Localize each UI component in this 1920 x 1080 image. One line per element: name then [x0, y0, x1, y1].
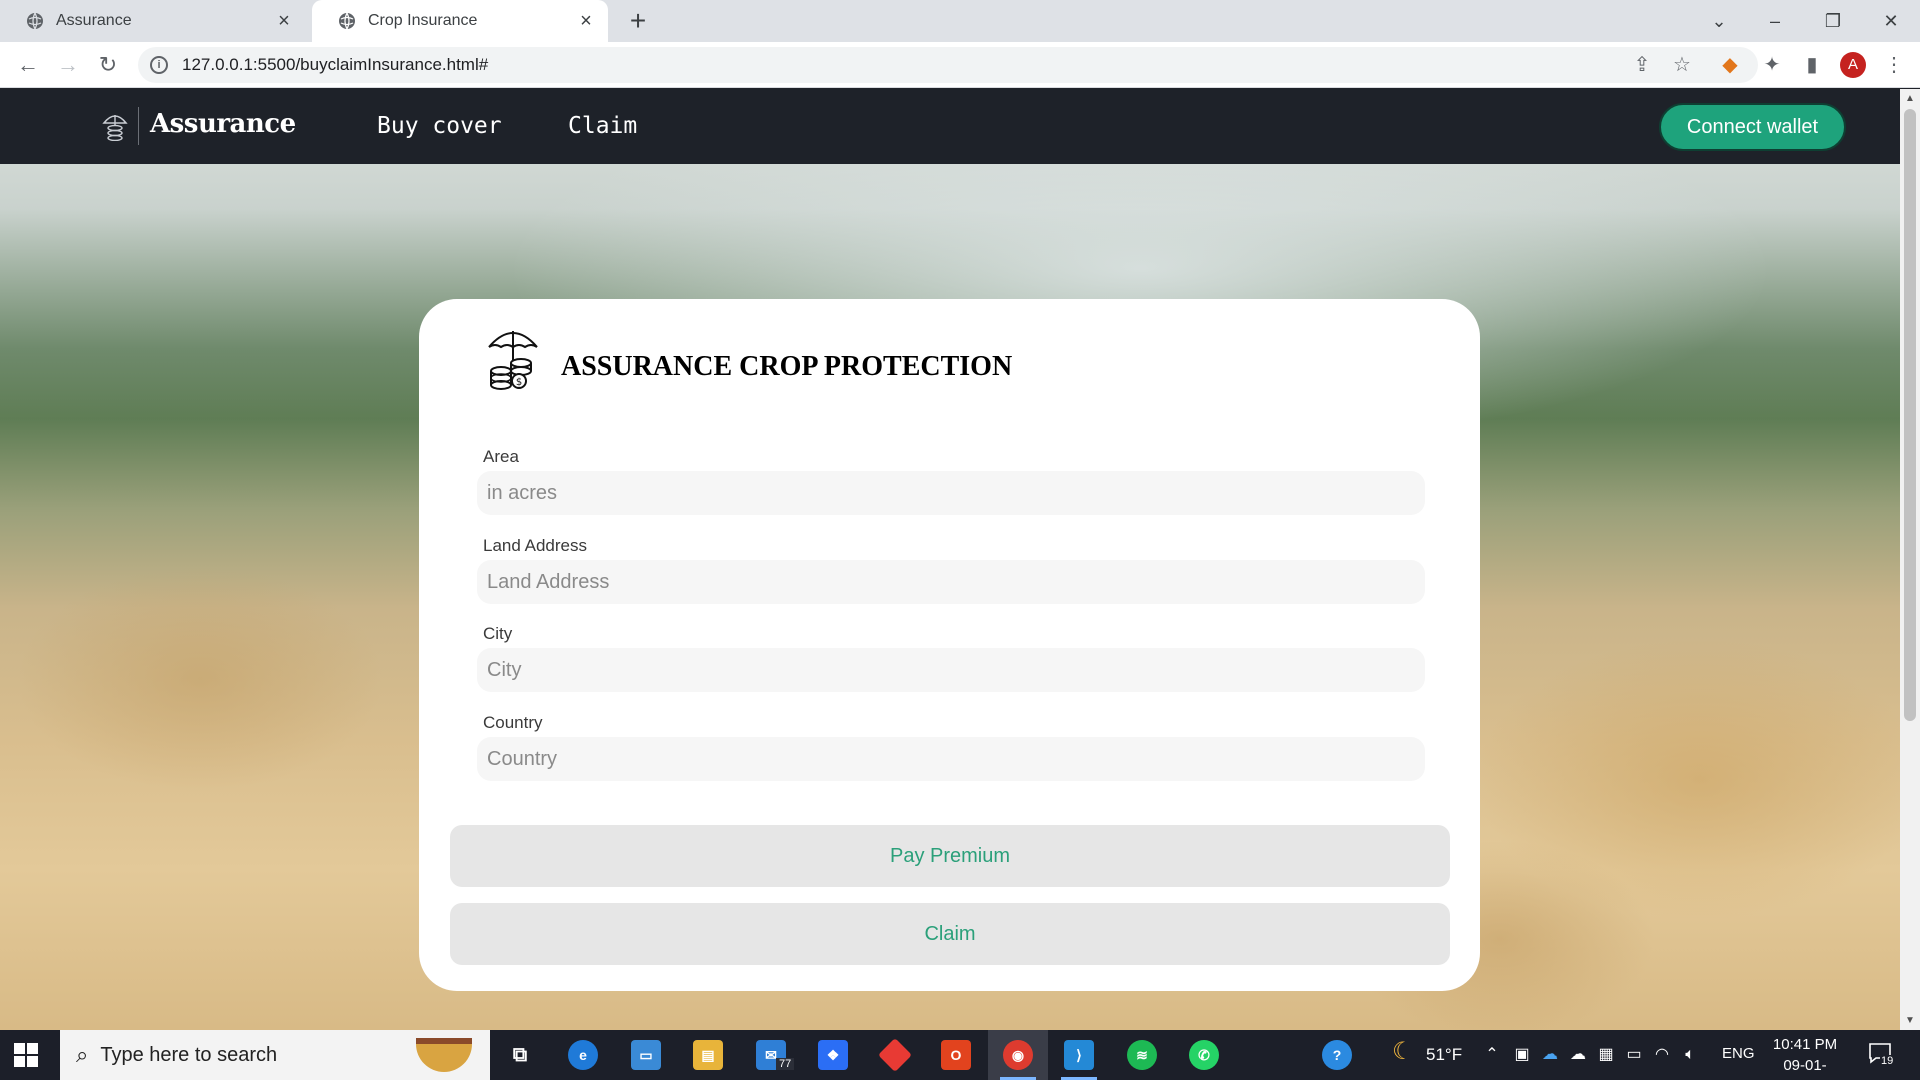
wifi-icon[interactable]: ◠	[1652, 1045, 1672, 1065]
notification-center-icon[interactable]: 19	[1868, 1042, 1896, 1068]
globe-icon	[27, 12, 43, 30]
language-indicator[interactable]: ENG	[1722, 1045, 1755, 1062]
profile-avatar[interactable]: A	[1840, 52, 1866, 78]
land-address-label: Land Address	[483, 536, 587, 555]
meet-now-icon[interactable]: ▣	[1512, 1045, 1532, 1065]
nav-link-buy-cover[interactable]: Buy cover	[377, 113, 502, 139]
volume-icon[interactable]: 🔈︎	[1680, 1045, 1700, 1065]
taskbar-clock[interactable]: 10:41 PM 09-01-2023	[1768, 1034, 1842, 1080]
share-icon[interactable]: ⇪	[1630, 53, 1654, 77]
taskbar-search-box[interactable]: ⌕ Type here to search	[60, 1030, 490, 1080]
weather-temperature[interactable]: 51°F	[1426, 1045, 1462, 1065]
laptop-app-icon[interactable]: ▭	[631, 1040, 661, 1070]
country-label: Country	[483, 713, 543, 732]
office-icon[interactable]: O	[941, 1040, 971, 1070]
umbrella-coins-icon: $	[488, 331, 538, 390]
page-scrollbar[interactable]: ▲ ▼	[1900, 89, 1920, 1030]
taskbar-search-placeholder[interactable]: Type here to search	[100, 1044, 277, 1067]
new-tab-plus-icon[interactable]: +	[624, 7, 652, 36]
edge-browser-icon[interactable]: e	[568, 1040, 598, 1070]
bookmark-star-icon[interactable]: ☆	[1670, 53, 1694, 77]
page-viewport: Assurance Buy cover Claim Connect wallet…	[0, 89, 1900, 1030]
task-view-icon[interactable]: ⧉	[505, 1040, 535, 1070]
search-highlight-bowl-icon	[416, 1038, 472, 1072]
site-info-icon[interactable]: i	[150, 56, 168, 74]
close-icon[interactable]: ×	[576, 11, 596, 31]
close-icon[interactable]: ×	[274, 11, 294, 31]
notification-count: 19	[1880, 1055, 1895, 1067]
browser-tab-strip: Assurance × Crop Insurance × + ⌄ – ❐ ✕	[0, 0, 1920, 42]
mail-badge: 77	[776, 1058, 795, 1070]
scroll-down-arrow-icon[interactable]: ▼	[1905, 1015, 1915, 1026]
metamask-fox-icon[interactable]: ◆	[1718, 53, 1742, 77]
umbrella-logo-icon	[102, 115, 128, 141]
extensions-puzzle-icon[interactable]: ✦	[1760, 53, 1784, 77]
nav-link-claim[interactable]: Claim	[568, 113, 637, 139]
onedrive-cloud-icon[interactable]: ☁	[1540, 1045, 1560, 1065]
globe-icon	[339, 12, 355, 30]
cloud-sync-icon[interactable]: ☁	[1568, 1045, 1588, 1065]
reload-icon[interactable]: ↻	[94, 51, 122, 79]
city-label: City	[483, 624, 513, 643]
file-explorer-icon[interactable]: ▤	[693, 1040, 723, 1070]
site-navbar: Assurance Buy cover Claim Connect wallet	[0, 89, 1900, 164]
spotify-icon[interactable]: ≋	[1127, 1040, 1157, 1070]
area-input[interactable]: in acres	[477, 471, 1425, 515]
logo-divider	[138, 107, 139, 145]
back-arrow-icon[interactable]: ←	[14, 51, 42, 79]
windows-taskbar: ⌕ Type here to search ⧉ e ▭ ▤ ✉ 77 ❖ O ◉…	[0, 1030, 1920, 1080]
browser-toolbar: ← → ↻ i 127.0.0.1:5500/buyclaimInsurance…	[0, 42, 1920, 88]
scrollbar-thumb[interactable]	[1904, 109, 1916, 721]
city-input[interactable]: City	[477, 648, 1425, 692]
svg-text:$: $	[516, 377, 522, 388]
country-input[interactable]: Country	[477, 737, 1425, 781]
claim-button[interactable]: Claim	[450, 903, 1450, 965]
land-address-input[interactable]: Land Address	[477, 560, 1425, 604]
show-hidden-icons-chevron-icon[interactable]: ⌃	[1482, 1045, 1502, 1065]
tab-search-chevron-icon[interactable]: ⌄	[1704, 6, 1734, 36]
windows-start-icon[interactable]	[14, 1043, 38, 1067]
card-title: ASSURANCE CROP PROTECTION	[561, 351, 1013, 382]
connect-wallet-button[interactable]: Connect wallet	[1659, 103, 1846, 151]
scroll-up-arrow-icon[interactable]: ▲	[1905, 93, 1915, 104]
address-url[interactable]: 127.0.0.1:5500/buyclaimInsurance.html#	[182, 55, 488, 75]
browser-tab-assurance[interactable]: Assurance ×	[0, 0, 306, 42]
battery-icon[interactable]: ▭	[1624, 1045, 1644, 1065]
window-close-icon[interactable]: ✕	[1876, 6, 1906, 36]
tab-title: Crop Insurance	[368, 12, 478, 29]
side-panel-icon[interactable]: ▮	[1800, 53, 1824, 77]
forward-arrow-icon[interactable]: →	[54, 51, 82, 79]
search-icon: ⌕	[76, 1042, 89, 1067]
vscode-icon[interactable]: ⟩	[1064, 1040, 1094, 1070]
crop-protection-card: $ ASSURANCE CROP PROTECTION Area in acre…	[419, 299, 1480, 991]
whatsapp-icon[interactable]: ✆	[1189, 1040, 1219, 1070]
clock-date: 09-01-2023	[1783, 1057, 1827, 1080]
clock-time: 10:41 PM	[1772, 1036, 1838, 1053]
dropbox-icon[interactable]: ❖	[818, 1040, 848, 1070]
restore-icon[interactable]: ❐	[1818, 6, 1848, 36]
address-bar[interactable]: i 127.0.0.1:5500/buyclaimInsurance.html#	[138, 47, 1758, 83]
display-icon[interactable]: ▦	[1596, 1045, 1616, 1065]
pay-premium-button[interactable]: Pay Premium	[450, 825, 1450, 887]
tab-title: Assurance	[56, 12, 132, 29]
moon-weather-icon[interactable]: ☾	[1392, 1040, 1414, 1064]
anydesk-icon[interactable]	[878, 1038, 912, 1072]
browser-menu-icon[interactable]: ⋮	[1882, 53, 1906, 77]
help-icon[interactable]: ?	[1322, 1040, 1352, 1070]
area-label: Area	[483, 447, 519, 466]
browser-tab-crop-insurance[interactable]: Crop Insurance ×	[312, 0, 608, 42]
chrome-icon[interactable]: ◉	[1003, 1040, 1033, 1070]
site-logo-text[interactable]: Assurance	[150, 109, 296, 139]
minimize-icon[interactable]: –	[1760, 6, 1790, 36]
